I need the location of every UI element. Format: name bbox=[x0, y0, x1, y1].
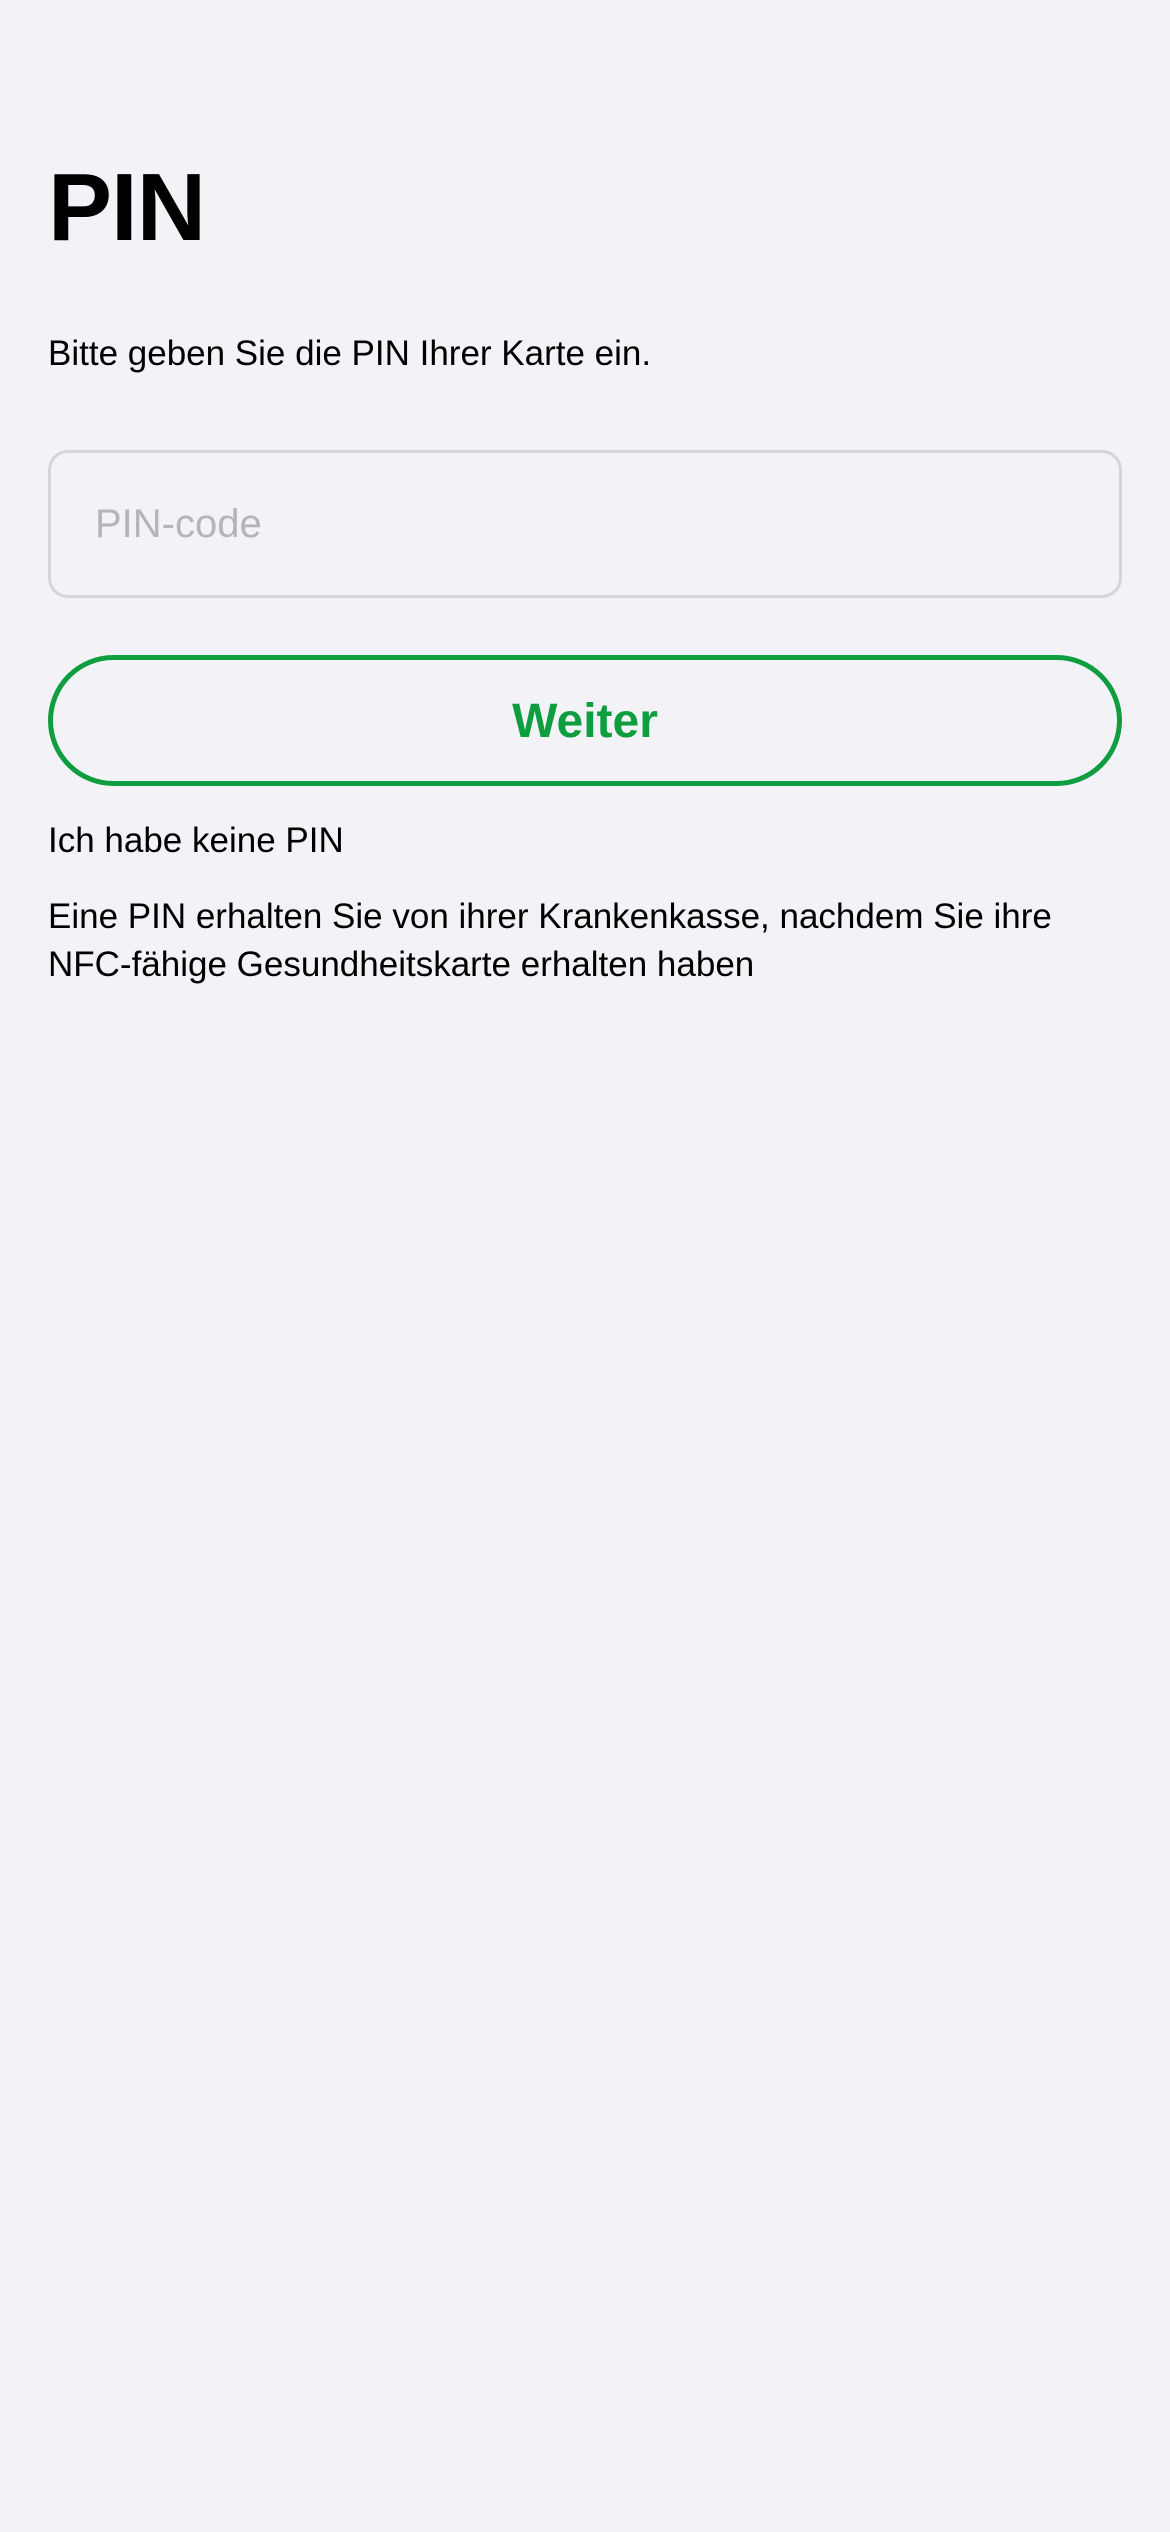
pin-code-input[interactable] bbox=[48, 450, 1122, 598]
continue-button[interactable]: Weiter bbox=[48, 655, 1122, 786]
pin-entry-screen: PIN Bitte geben Sie die PIN Ihrer Karte … bbox=[0, 0, 1170, 2532]
no-pin-link[interactable]: Ich habe keine PIN bbox=[48, 817, 344, 865]
pin-info-text: Eine PIN erhalten Sie von ihrer Krankenk… bbox=[48, 897, 1052, 984]
page-title: PIN bbox=[48, 154, 206, 261]
pin-instruction-text: Bitte geben Sie die PIN Ihrer Karte ein. bbox=[48, 334, 652, 373]
